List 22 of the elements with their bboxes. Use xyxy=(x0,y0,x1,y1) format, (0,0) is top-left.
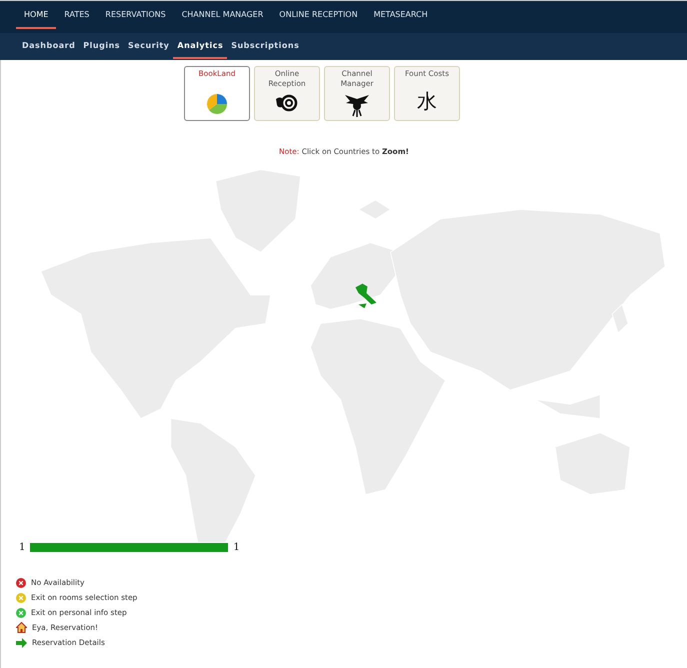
sub-nav-tab[interactable]: Dashboard xyxy=(18,33,80,59)
sub-nav-tab[interactable]: Plugins xyxy=(79,33,124,59)
nav-tab[interactable]: RESERVATIONS xyxy=(97,1,174,29)
pie-chart-icon xyxy=(206,93,228,115)
glyph-icon: 水 xyxy=(417,90,437,112)
bird-icon xyxy=(344,93,370,117)
highlighted-country xyxy=(355,284,376,308)
right-arrow-icon xyxy=(16,638,27,648)
scale-min-label: 1 xyxy=(19,542,26,553)
sub-nav-tab[interactable]: Subscriptions xyxy=(227,33,304,59)
nav-tab[interactable]: RATES xyxy=(56,1,98,29)
sub-nav-tab[interactable]: Analytics xyxy=(173,33,228,59)
nav-tab[interactable]: CHANNEL MANAGER xyxy=(174,1,272,29)
status-dot-icon xyxy=(16,592,26,602)
nav-tab[interactable]: METASEARCH xyxy=(366,1,436,29)
sub-nav-tab[interactable]: Security xyxy=(124,33,174,59)
scale-max-label: 1 xyxy=(233,542,240,553)
nav-tab[interactable]: ONLINE RECEPTION xyxy=(271,1,366,29)
status-dot-icon xyxy=(16,608,26,618)
status-dot-icon xyxy=(16,578,26,588)
house-icon xyxy=(16,622,27,633)
nav-tab[interactable]: HOME xyxy=(16,1,56,29)
